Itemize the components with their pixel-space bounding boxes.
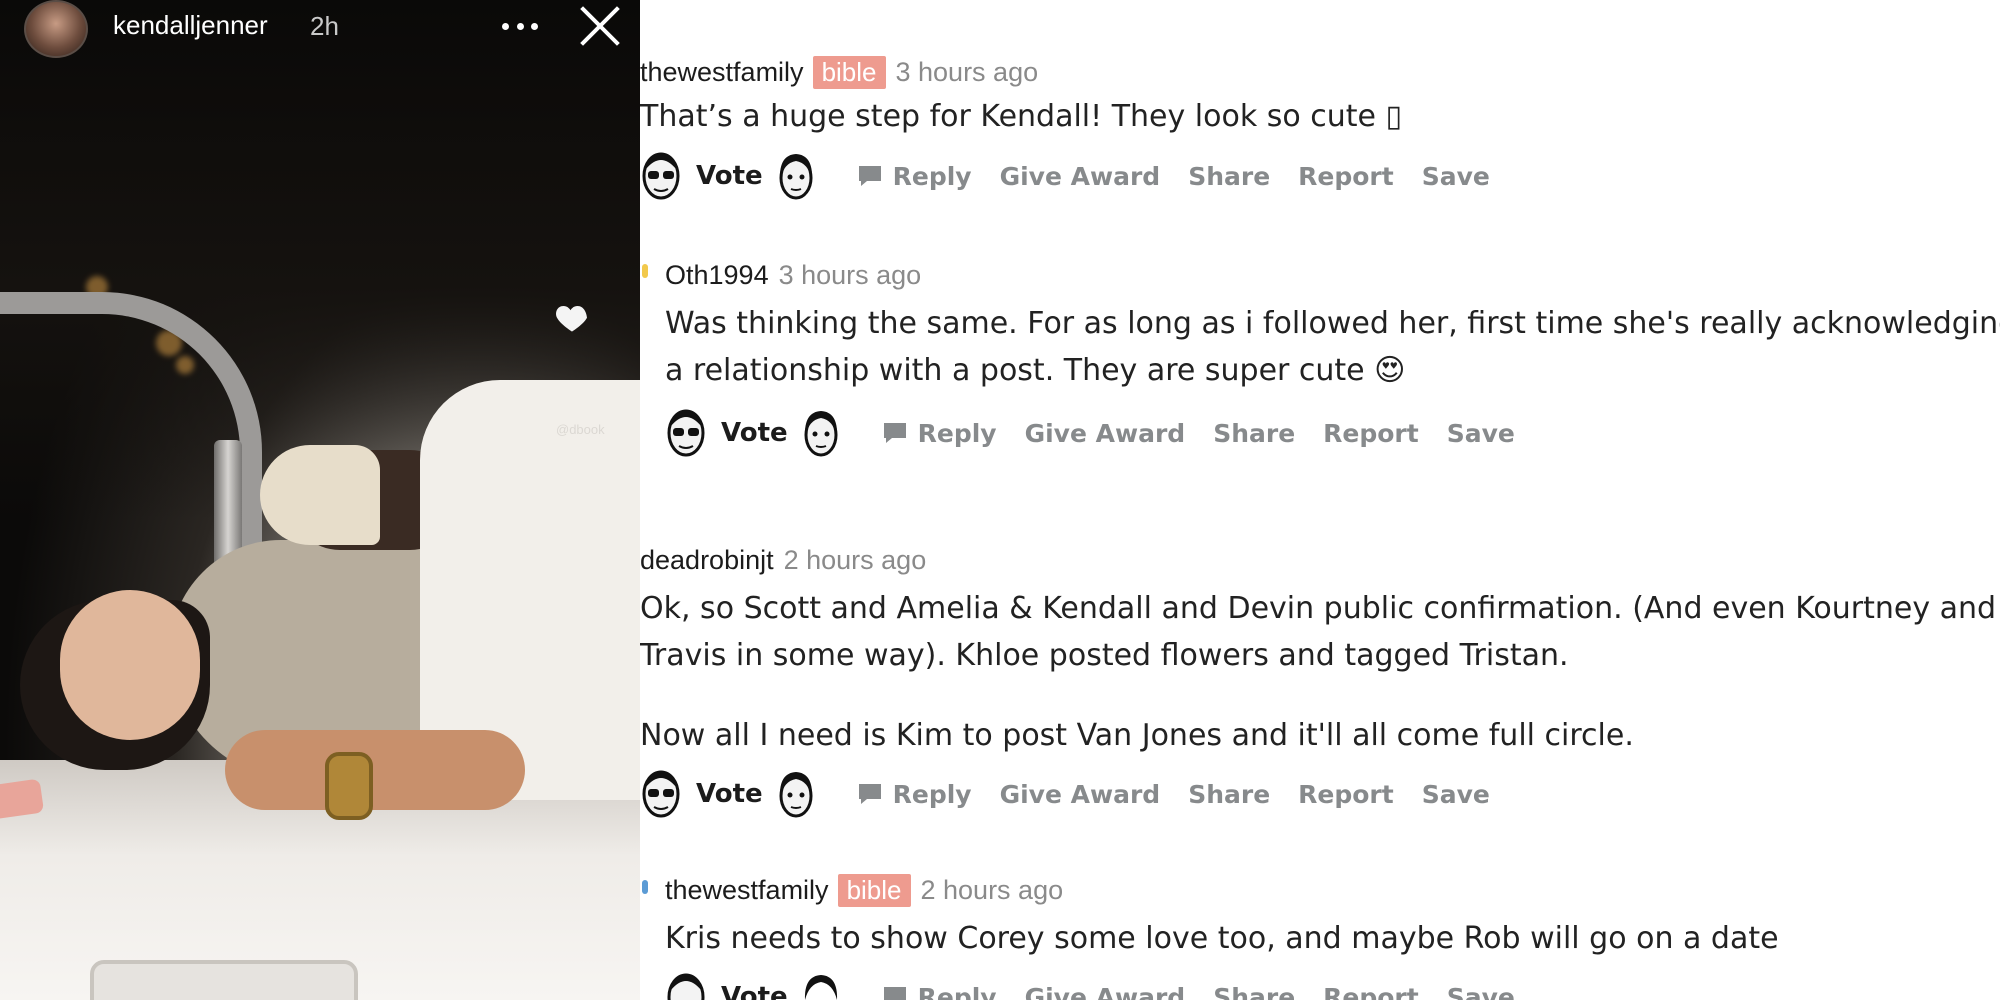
share-button[interactable]: Share bbox=[1213, 419, 1295, 448]
downvote-face-icon[interactable] bbox=[800, 970, 842, 1000]
comment-actions: Vote Reply Give Award Share Report Save bbox=[640, 764, 2000, 824]
arm bbox=[225, 730, 525, 810]
reply-label: Reply bbox=[892, 161, 972, 191]
more-horizontal-icon[interactable] bbox=[502, 8, 538, 44]
reply-label: Reply bbox=[892, 779, 972, 809]
give-award-button[interactable]: Give Award bbox=[1025, 983, 1186, 1000]
vote-label: Vote bbox=[696, 779, 763, 809]
vote-label: Vote bbox=[696, 161, 763, 191]
downvote-face-icon[interactable] bbox=[775, 767, 817, 821]
upvote-face-icon[interactable] bbox=[665, 970, 707, 1000]
comment-timestamp[interactable]: 3 hours ago bbox=[896, 57, 1039, 88]
upvote-face-icon[interactable] bbox=[665, 406, 707, 460]
reply-button[interactable]: Reply bbox=[857, 162, 972, 191]
thread-indicator bbox=[642, 264, 648, 278]
share-button[interactable]: Share bbox=[1213, 983, 1295, 1000]
comment-timestamp[interactable]: 2 hours ago bbox=[921, 875, 1064, 906]
comment-body: That’s a huge step for Kendall! They loo… bbox=[640, 99, 1403, 134]
comments-panel: thewestfamily bible 3 hours ago That’s a… bbox=[640, 0, 2000, 1000]
downvote-face-icon[interactable] bbox=[800, 406, 842, 460]
upvote-face-icon[interactable] bbox=[640, 767, 682, 821]
comment-body-line: Travis in some way). Khloe posted flower… bbox=[640, 638, 1569, 673]
report-button[interactable]: Report bbox=[1323, 419, 1419, 448]
user-flair: bible bbox=[812, 55, 886, 89]
cap bbox=[260, 445, 380, 545]
comment-body-line: Ok, so Scott and Amelia & Kendall and De… bbox=[640, 591, 1997, 626]
save-button[interactable]: Save bbox=[1447, 419, 1515, 448]
share-button[interactable]: Share bbox=[1188, 162, 1270, 191]
comment-author[interactable]: thewestfamily bbox=[665, 875, 829, 906]
save-button[interactable]: Save bbox=[1422, 780, 1490, 809]
comment-actions: Vote Reply Give Award Share Report Save bbox=[665, 403, 2000, 463]
save-button[interactable]: Save bbox=[1447, 983, 1515, 1000]
comment-actions: Vote Reply Give Award Share Report Save bbox=[640, 146, 2000, 206]
close-icon[interactable] bbox=[578, 4, 622, 48]
comment-body-line: Now all I need is Kim to post Van Jones … bbox=[640, 718, 1634, 753]
comment-author[interactable]: Oth1994 bbox=[665, 260, 769, 291]
report-button[interactable]: Report bbox=[1323, 983, 1419, 1000]
upvote-face-icon[interactable] bbox=[640, 149, 682, 203]
reply-button[interactable]: Reply bbox=[882, 983, 997, 1000]
comment: deadrobinjt 2 hours ago Ok, so Scott and… bbox=[640, 540, 2000, 824]
comment-body: Kris needs to show Corey some love too, … bbox=[665, 921, 1779, 956]
comment-meta: thewestfamily bible 2 hours ago bbox=[665, 870, 2000, 910]
user-flair: bible bbox=[837, 873, 911, 907]
comment-meta: Oth1994 3 hours ago bbox=[665, 255, 2000, 295]
save-button[interactable]: Save bbox=[1422, 162, 1490, 191]
comment: Oth1994 3 hours ago Was thinking the sam… bbox=[665, 255, 2000, 463]
share-button[interactable]: Share bbox=[1188, 780, 1270, 809]
report-button[interactable]: Report bbox=[1298, 162, 1394, 191]
comment-timestamp[interactable]: 3 hours ago bbox=[779, 260, 922, 291]
vote-label: Vote bbox=[721, 418, 788, 448]
comment: thewestfamily bible 3 hours ago That’s a… bbox=[640, 52, 2000, 206]
story-header: kendalljenner 2h bbox=[0, 0, 640, 60]
comment-body-line: Was thinking the same. For as long as i … bbox=[665, 306, 2000, 341]
give-award-button[interactable]: Give Award bbox=[1000, 780, 1161, 809]
give-award-button[interactable]: Give Award bbox=[1025, 419, 1186, 448]
story-time: 2h bbox=[310, 11, 339, 41]
comment-bubble-icon bbox=[883, 423, 906, 443]
comment-actions: Vote Reply Give Award Share Report Save bbox=[665, 967, 2000, 1000]
comment-timestamp[interactable]: 2 hours ago bbox=[784, 545, 927, 576]
thread-indicator bbox=[642, 880, 648, 894]
story-username[interactable]: kendalljenner bbox=[113, 10, 268, 41]
comment-meta: deadrobinjt 2 hours ago bbox=[640, 540, 2000, 580]
comment-meta: thewestfamily bible 3 hours ago bbox=[640, 52, 2000, 92]
reply-button[interactable]: Reply bbox=[857, 780, 972, 809]
heart-icon bbox=[556, 306, 587, 332]
vote-label: Vote bbox=[721, 982, 788, 1000]
wristwatch bbox=[325, 752, 373, 820]
downvote-face-icon[interactable] bbox=[775, 149, 817, 203]
person-face bbox=[60, 590, 200, 740]
photo-credit: @dbook bbox=[556, 422, 605, 437]
give-award-button[interactable]: Give Award bbox=[1000, 162, 1161, 191]
sink bbox=[90, 960, 358, 1000]
comment-author[interactable]: thewestfamily bbox=[640, 57, 804, 88]
reply-label: Reply bbox=[917, 418, 997, 448]
avatar[interactable] bbox=[24, 0, 88, 58]
story-panel: kendalljenner 2h @dbook bbox=[0, 0, 640, 1000]
comment-bubble-icon bbox=[858, 784, 881, 804]
comment-author[interactable]: deadrobinjt bbox=[640, 545, 774, 576]
comment: thewestfamily bible 2 hours ago Kris nee… bbox=[665, 870, 2000, 1000]
report-button[interactable]: Report bbox=[1298, 780, 1394, 809]
reply-label: Reply bbox=[917, 982, 997, 1000]
comment-bubble-icon bbox=[883, 987, 906, 1000]
reply-button[interactable]: Reply bbox=[882, 419, 997, 448]
comment-body-line: a relationship with a post. They are sup… bbox=[665, 353, 1406, 388]
comment-bubble-icon bbox=[858, 166, 881, 186]
